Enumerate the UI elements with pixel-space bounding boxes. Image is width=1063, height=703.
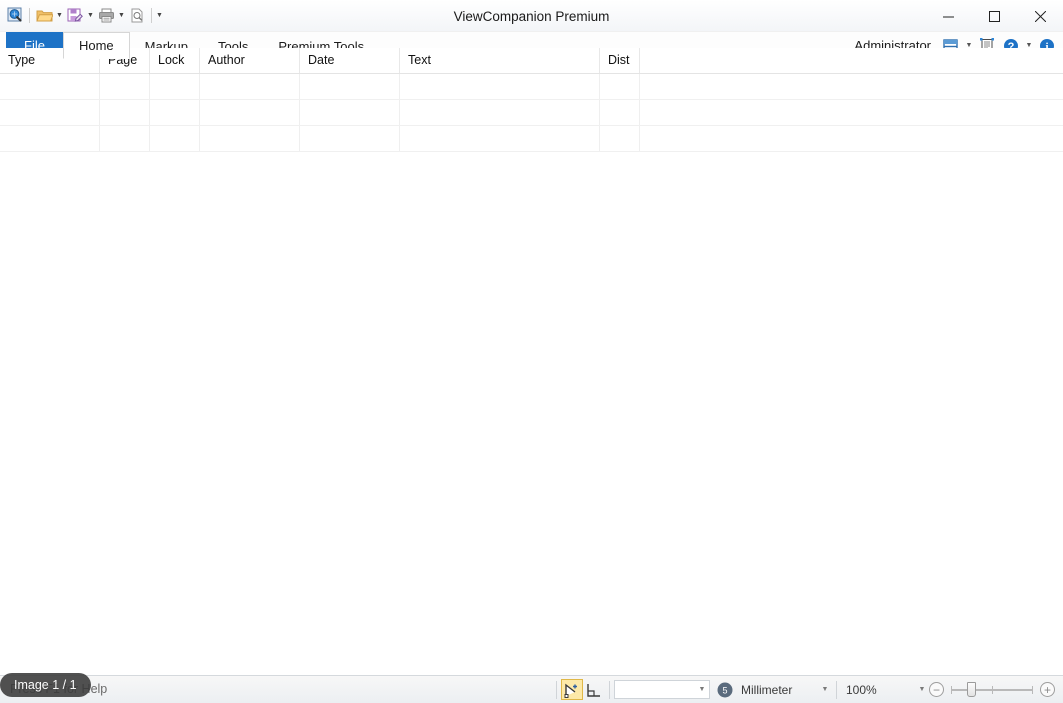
zoom-tick-max: [1032, 685, 1033, 694]
app-icon[interactable]: [4, 4, 26, 26]
page-indicator-tooltip: Image 1 / 1: [0, 673, 91, 697]
zoom-slider[interactable]: − +: [929, 681, 1055, 697]
table-row[interactable]: [0, 100, 1063, 126]
qat-separator: [29, 7, 30, 23]
zoom-combo-caret[interactable]: ▼: [917, 686, 927, 693]
quick-access-toolbar: ▼ ▼ ▼ ▼: [4, 3, 164, 27]
column-header-text[interactable]: Text: [400, 48, 600, 73]
open-dropdown-caret[interactable]: ▼: [55, 4, 64, 26]
minimize-button[interactable]: [925, 0, 971, 32]
table-row[interactable]: [0, 74, 1063, 100]
tab-home[interactable]: Home: [62, 32, 130, 59]
unit-combo-value: Millimeter: [741, 682, 793, 697]
layer-combo-caret[interactable]: ▼: [697, 686, 707, 693]
qat-separator-2: [151, 7, 152, 23]
markup-elements-grid[interactable]: Type Page Lock Author Date Text Dist: [0, 48, 1063, 685]
open-icon[interactable]: [33, 4, 55, 26]
column-header-dist[interactable]: Dist: [600, 48, 640, 73]
statusbar-separator-3: [836, 680, 837, 699]
application-window: ▼ ▼ ▼ ▼ ViewCompanion Premium File Home …: [0, 0, 1063, 703]
zoom-tick-min: [951, 685, 952, 694]
zoom-out-button[interactable]: −: [929, 682, 944, 697]
customize-qat-icon[interactable]: ▼: [155, 4, 164, 26]
maximize-button[interactable]: [971, 0, 1017, 32]
close-button[interactable]: [1017, 0, 1063, 32]
column-header-author[interactable]: Author: [200, 48, 300, 73]
markup-grid-header: Type Page Lock Author Date Text Dist: [0, 48, 1063, 74]
ortho-icon[interactable]: [583, 679, 605, 700]
zoom-slider-track[interactable]: [951, 681, 1033, 697]
layer-combo[interactable]: ▼: [614, 680, 710, 699]
window-controls: [925, 0, 1063, 32]
title-bar: ▼ ▼ ▼ ▼ ViewCompanion Premium: [0, 0, 1063, 32]
save-dropdown-caret[interactable]: ▼: [86, 4, 95, 26]
zoom-tick-mid: [992, 685, 993, 694]
status-bar: ▼ 5 Millimeter ▼ 100% ▼ − +: [0, 675, 1063, 703]
snap-point-icon[interactable]: [561, 679, 583, 700]
statusbar-separator-2: [609, 680, 610, 699]
unit-combo-caret[interactable]: ▼: [820, 686, 830, 693]
zoom-combo[interactable]: 100% ▼: [841, 680, 929, 699]
zoom-in-button[interactable]: +: [1040, 682, 1055, 697]
save-as-icon[interactable]: [64, 4, 86, 26]
measure-icon[interactable]: 5: [714, 679, 736, 700]
table-row[interactable]: [0, 126, 1063, 152]
print-dropdown-caret[interactable]: ▼: [117, 4, 126, 26]
print-preview-icon[interactable]: [126, 4, 148, 26]
zoom-combo-value: 100%: [846, 682, 877, 697]
zoom-slider-thumb[interactable]: [967, 681, 976, 697]
statusbar-separator-1: [556, 680, 557, 699]
svg-text:5: 5: [722, 685, 727, 695]
column-header-lock[interactable]: Lock: [150, 48, 200, 73]
column-header-date[interactable]: Date: [300, 48, 400, 73]
unit-combo[interactable]: Millimeter ▼: [736, 680, 832, 699]
print-icon[interactable]: [95, 4, 117, 26]
